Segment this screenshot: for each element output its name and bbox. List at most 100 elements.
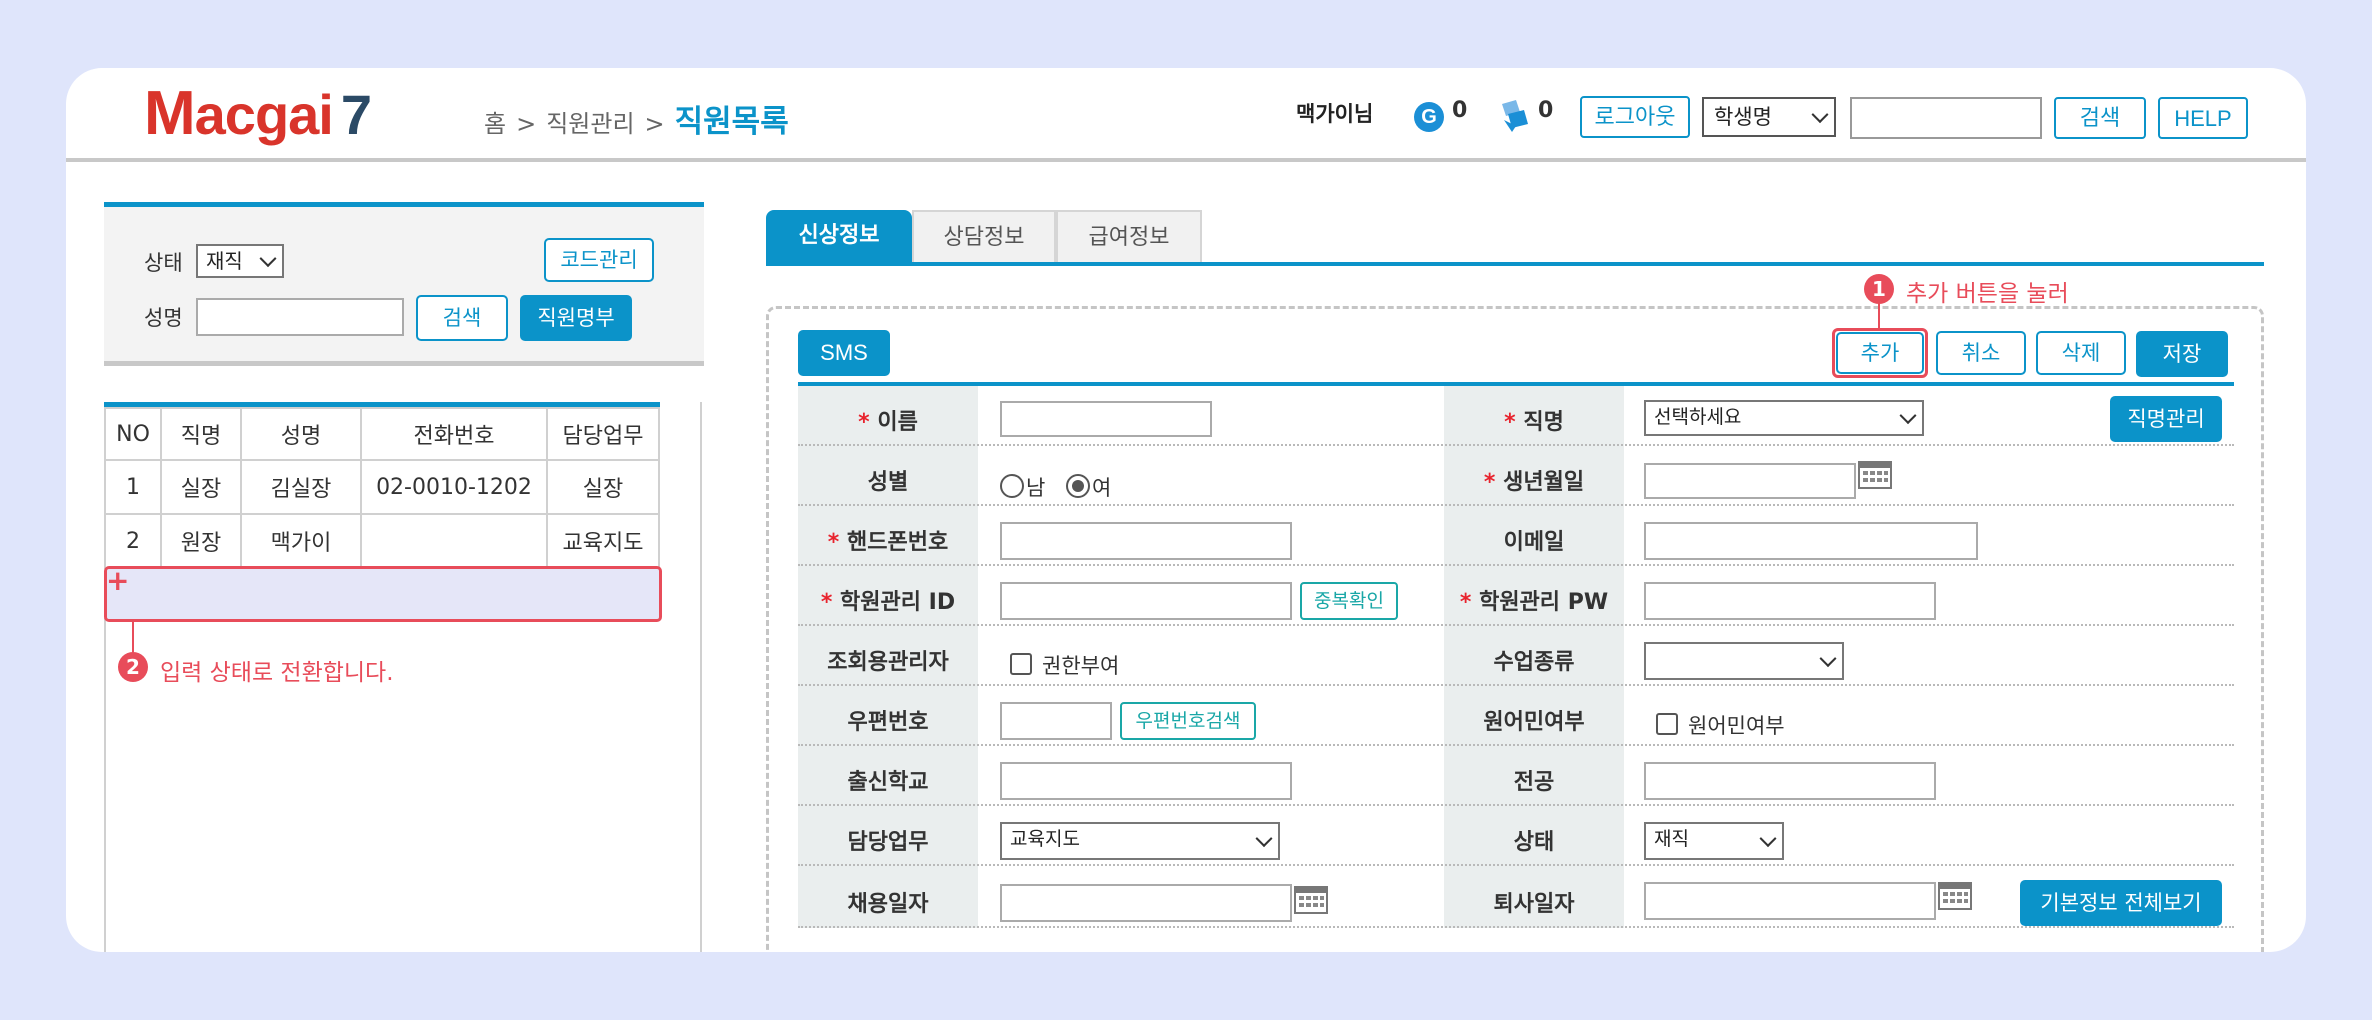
required-mark: *: [1459, 590, 1472, 615]
step1-badge: 1: [1864, 274, 1894, 304]
school-field[interactable]: [1000, 762, 1292, 800]
table-cell: 2: [104, 513, 162, 569]
sms-button[interactable]: SMS: [798, 330, 890, 376]
header-divider: [66, 158, 2306, 162]
column-header[interactable]: 성명: [240, 407, 362, 461]
column-header[interactable]: 담당업무: [546, 407, 660, 461]
search-type-select[interactable]: 학생명: [1702, 97, 1836, 137]
breadcrumb-home[interactable]: 홈: [484, 110, 506, 138]
gender-male-radio[interactable]: [1000, 474, 1024, 498]
column-header[interactable]: 직명: [160, 407, 242, 461]
email-field[interactable]: [1644, 522, 1978, 560]
calendar-icon[interactable]: [1294, 886, 1328, 914]
phone-label-text: 핸드폰번호: [846, 530, 949, 555]
table-cell: 김실장: [240, 459, 362, 515]
class-type-label: 수업종류: [1493, 650, 1575, 675]
name-label: 성명: [144, 306, 183, 330]
name-input[interactable]: [196, 298, 404, 336]
logout-button[interactable]: 로그아웃: [1580, 96, 1690, 138]
major-field[interactable]: [1644, 762, 1936, 800]
roster-button[interactable]: 직원명부: [520, 295, 632, 341]
table-cell: 맥가이: [240, 513, 362, 569]
cancel-button[interactable]: 취소: [1936, 331, 2026, 375]
table-row[interactable]: 2 원장 맥가이 교육지도: [104, 513, 660, 569]
native-speaker-checkbox[interactable]: [1656, 713, 1678, 735]
class-type-select[interactable]: [1644, 642, 1844, 680]
chevron-down-icon: [1811, 106, 1829, 124]
table-cell: 1: [104, 459, 162, 515]
tab-personal-info[interactable]: 신상정보: [766, 210, 912, 264]
table-cell: 실장: [160, 459, 242, 515]
table-cell: 교육지도: [546, 513, 660, 569]
position-manage-button[interactable]: 직명관리: [2110, 396, 2222, 442]
tab-salary-info[interactable]: 급여정보: [1056, 210, 1202, 264]
birth-date-input[interactable]: [1644, 463, 1856, 499]
native-speaker-option: 원어민여부: [1688, 714, 1785, 738]
column-header[interactable]: 전화번호: [360, 407, 548, 461]
pw-field[interactable]: [1644, 582, 1936, 620]
gender-female-radio[interactable]: [1066, 474, 1090, 498]
filter-search-button[interactable]: 검색: [416, 295, 508, 341]
employment-status-select[interactable]: 재직: [1644, 822, 1784, 860]
save-button[interactable]: 저장: [2136, 331, 2228, 377]
name-field-label: * 이름: [798, 404, 978, 436]
code-manage-button[interactable]: 코드관리: [544, 238, 654, 282]
step2-badge: 2: [118, 652, 148, 682]
id-field[interactable]: [1000, 582, 1292, 620]
header-search-input[interactable]: [1850, 97, 2042, 139]
table-cell: 실장: [546, 459, 660, 515]
required-mark: *: [858, 410, 870, 435]
required-mark: *: [827, 530, 840, 555]
pw-field-label: * 학원관리 PW: [1444, 584, 1624, 616]
email-field-label: 이메일: [1503, 530, 1565, 555]
breadcrumb-separator: >: [644, 110, 665, 138]
position-select[interactable]: 선택하세요: [1644, 400, 1924, 436]
gender-male-label: 남: [1026, 476, 1046, 500]
column-header[interactable]: NO: [104, 407, 162, 461]
duty-select[interactable]: 교육지도: [1000, 822, 1280, 860]
duty-field-label: 담당업무: [847, 830, 929, 855]
view-all-basic-info-button[interactable]: 기본정보 전체보기: [2020, 880, 2222, 926]
phone-field[interactable]: [1000, 522, 1292, 560]
ticket-count: 0: [1538, 98, 1554, 123]
logo-m: M: [144, 79, 196, 148]
id-duplicate-check-button[interactable]: 중복확인: [1300, 582, 1398, 620]
school-field-label: 출신학교: [847, 770, 929, 795]
left-panel-border: [700, 402, 702, 952]
table-row[interactable]: 1 실장 김실장 02-0010-1202 실장: [104, 459, 660, 515]
grant-permission-checkbox[interactable]: [1010, 653, 1032, 675]
position-field-label: * 직명: [1444, 404, 1624, 436]
coin-icon: G: [1414, 102, 1444, 132]
name-field[interactable]: [1000, 401, 1212, 437]
header-search-button[interactable]: 검색: [2054, 97, 2146, 139]
gender-field-label: 성별: [867, 470, 909, 495]
breadcrumb-parent[interactable]: 직원관리: [546, 110, 634, 138]
phone-field-label: * 핸드폰번호: [798, 524, 978, 556]
position-label-text: 직명: [1523, 410, 1564, 435]
viewer-admin-label: 조회용관리자: [827, 650, 949, 675]
hire-date-input[interactable]: [1000, 884, 1292, 922]
left-panel-border: [104, 618, 106, 952]
new-row-highlight[interactable]: [104, 566, 662, 622]
logo[interactable]: Macgai 7: [144, 78, 372, 149]
delete-button[interactable]: 삭제: [2036, 331, 2126, 375]
leave-date-input[interactable]: [1644, 882, 1936, 920]
new-row-marker: +: [106, 564, 130, 597]
employment-status-value: 재직: [1654, 828, 1689, 850]
ticket-icon: [1502, 100, 1528, 132]
tab-consulting-info[interactable]: 상담정보: [912, 210, 1056, 264]
step2-note: 입력 상태로 전환합니다.: [160, 660, 394, 686]
calendar-icon[interactable]: [1938, 882, 1972, 910]
table-cell: [360, 513, 548, 569]
status-select[interactable]: 재직: [196, 244, 284, 278]
breadcrumb: 홈 > 직원관리 > 직원목록: [484, 96, 789, 141]
calendar-icon[interactable]: [1858, 461, 1892, 489]
callout-line: [1878, 302, 1880, 330]
zip-field[interactable]: [1000, 702, 1112, 740]
help-button[interactable]: HELP: [2158, 97, 2248, 139]
chevron-down-icon: [1899, 407, 1917, 425]
chevron-down-icon: [1819, 650, 1837, 668]
leave-date-label: 퇴사일자: [1493, 892, 1575, 917]
zip-search-button[interactable]: 우편번호검색: [1120, 702, 1256, 740]
name-label-text: 이름: [877, 410, 918, 435]
